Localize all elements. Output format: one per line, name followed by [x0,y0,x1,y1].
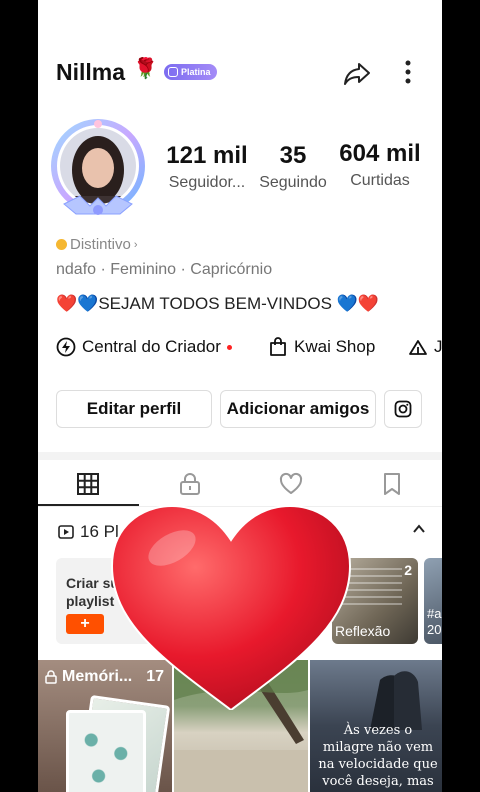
instagram-button[interactable] [384,390,422,428]
level-badge[interactable]: Platina [164,64,217,80]
lightning-icon [56,337,76,357]
heart-like-animation [110,504,352,710]
lock-icon[interactable] [178,472,202,496]
followers-stat[interactable]: 121 mil Seguidor... [162,142,252,192]
likes-count: 604 mil [339,140,421,167]
level-badge-label: Platina [181,67,211,77]
tent-icon [409,340,427,355]
profile-bio: ❤️💙SEJAM TODOS BEM-VINDOS 💙❤️ [56,294,380,313]
followers-count: 121 mil [166,142,248,169]
share-icon[interactable] [342,58,372,88]
following-stat[interactable]: 35 Seguindo [254,142,332,192]
lock-icon [45,670,57,684]
profile-info: ndafo · Feminino · Capricórnio [56,261,273,278]
add-friends-button[interactable]: Adicionar amigos [220,390,376,428]
chevron-up-icon[interactable] [412,522,426,536]
badge-link[interactable]: Distintivo › [56,236,138,253]
third-link[interactable]: J [408,337,442,357]
username: Nillma [56,59,126,85]
kwai-shop-link[interactable]: Kwai Shop [268,337,375,357]
photo-thumbnail [66,710,146,792]
coin-icon [56,239,67,250]
instagram-icon [394,400,412,418]
likes-label: Curtidas [350,172,410,189]
following-count: 35 [279,142,307,169]
profile-screen: Nillma 🌹 Platina 121 mil Seguidor... 35 … [38,0,442,792]
heart-icon[interactable] [279,472,303,496]
section-divider [38,452,442,460]
create-playlist-button[interactable]: + [66,614,104,634]
playlist-card-partial[interactable]: #a 20 [424,558,442,644]
playlist-title-partial: #a 20 [427,606,442,637]
following-label: Seguindo [259,174,327,191]
shopping-bag-icon [270,337,286,356]
notification-dot [226,344,232,350]
avatar[interactable] [50,118,148,220]
creator-center-link[interactable]: Central do Criador [56,337,232,357]
playlist-icon [58,525,74,539]
kwai-shop-label: Kwai Shop [294,337,376,356]
content-tabs [38,462,442,507]
grid-icon[interactable] [76,472,100,496]
edit-profile-button[interactable]: Editar perfil [56,390,212,428]
creator-center-label: Central do Criador [82,337,221,356]
playlist-count: 2 [404,562,412,578]
followers-label: Seguidor... [168,174,246,191]
badge-icon [168,67,178,77]
quote-text: Às vezes o milagre não vem na velocidade… [318,723,438,789]
likes-stat[interactable]: 604 mil Curtidas [334,140,426,190]
more-options-icon[interactable] [398,58,418,88]
bookmark-icon[interactable] [380,472,404,496]
profile-header: Nillma 🌹 Platina [38,50,442,94]
third-link-label: J [434,337,442,356]
chevron-right-icon: › [133,238,138,251]
profile-links: Central do Criador Kwai Shop J [56,337,442,361]
rose-emoji: 🌹 [133,58,158,80]
badge-link-label: Distintivo [70,236,131,253]
